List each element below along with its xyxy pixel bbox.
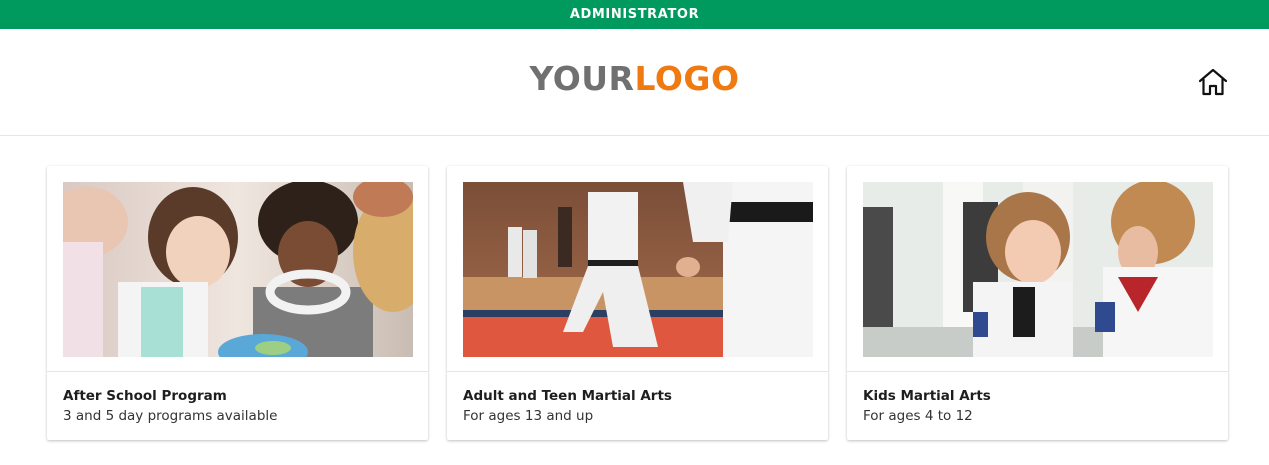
card-image-adult-teen	[463, 182, 813, 357]
program-card-after-school[interactable]: After School Program 3 and 5 day program…	[47, 166, 428, 440]
card-subtitle: For ages 13 and up	[463, 408, 594, 424]
card-title: Adult and Teen Martial Arts	[463, 388, 672, 404]
card-title: Kids Martial Arts	[863, 388, 991, 404]
home-icon	[1198, 68, 1228, 96]
card-image-after-school	[63, 182, 413, 357]
program-card-kids[interactable]: Kids Martial Arts For ages 4 to 12	[847, 166, 1228, 440]
admin-bar: ADMINISTRATOR	[0, 0, 1269, 29]
site-header: YOURLOGO	[0, 29, 1269, 136]
logo-text-part1: YOUR	[529, 59, 635, 98]
card-image-kids	[863, 182, 1213, 357]
program-card-adult-teen[interactable]: Adult and Teen Martial Arts For ages 13 …	[447, 166, 828, 440]
card-title: After School Program	[63, 388, 227, 404]
home-button[interactable]	[1196, 66, 1230, 98]
card-divider	[47, 371, 428, 372]
logo-text-part2: LOGO	[634, 59, 740, 98]
site-logo[interactable]: YOURLOGO	[0, 59, 1269, 99]
card-subtitle: For ages 4 to 12	[863, 408, 973, 424]
admin-bar-label: ADMINISTRATOR	[569, 7, 700, 22]
card-divider	[847, 371, 1228, 372]
card-subtitle: 3 and 5 day programs available	[63, 408, 278, 424]
card-divider	[447, 371, 828, 372]
